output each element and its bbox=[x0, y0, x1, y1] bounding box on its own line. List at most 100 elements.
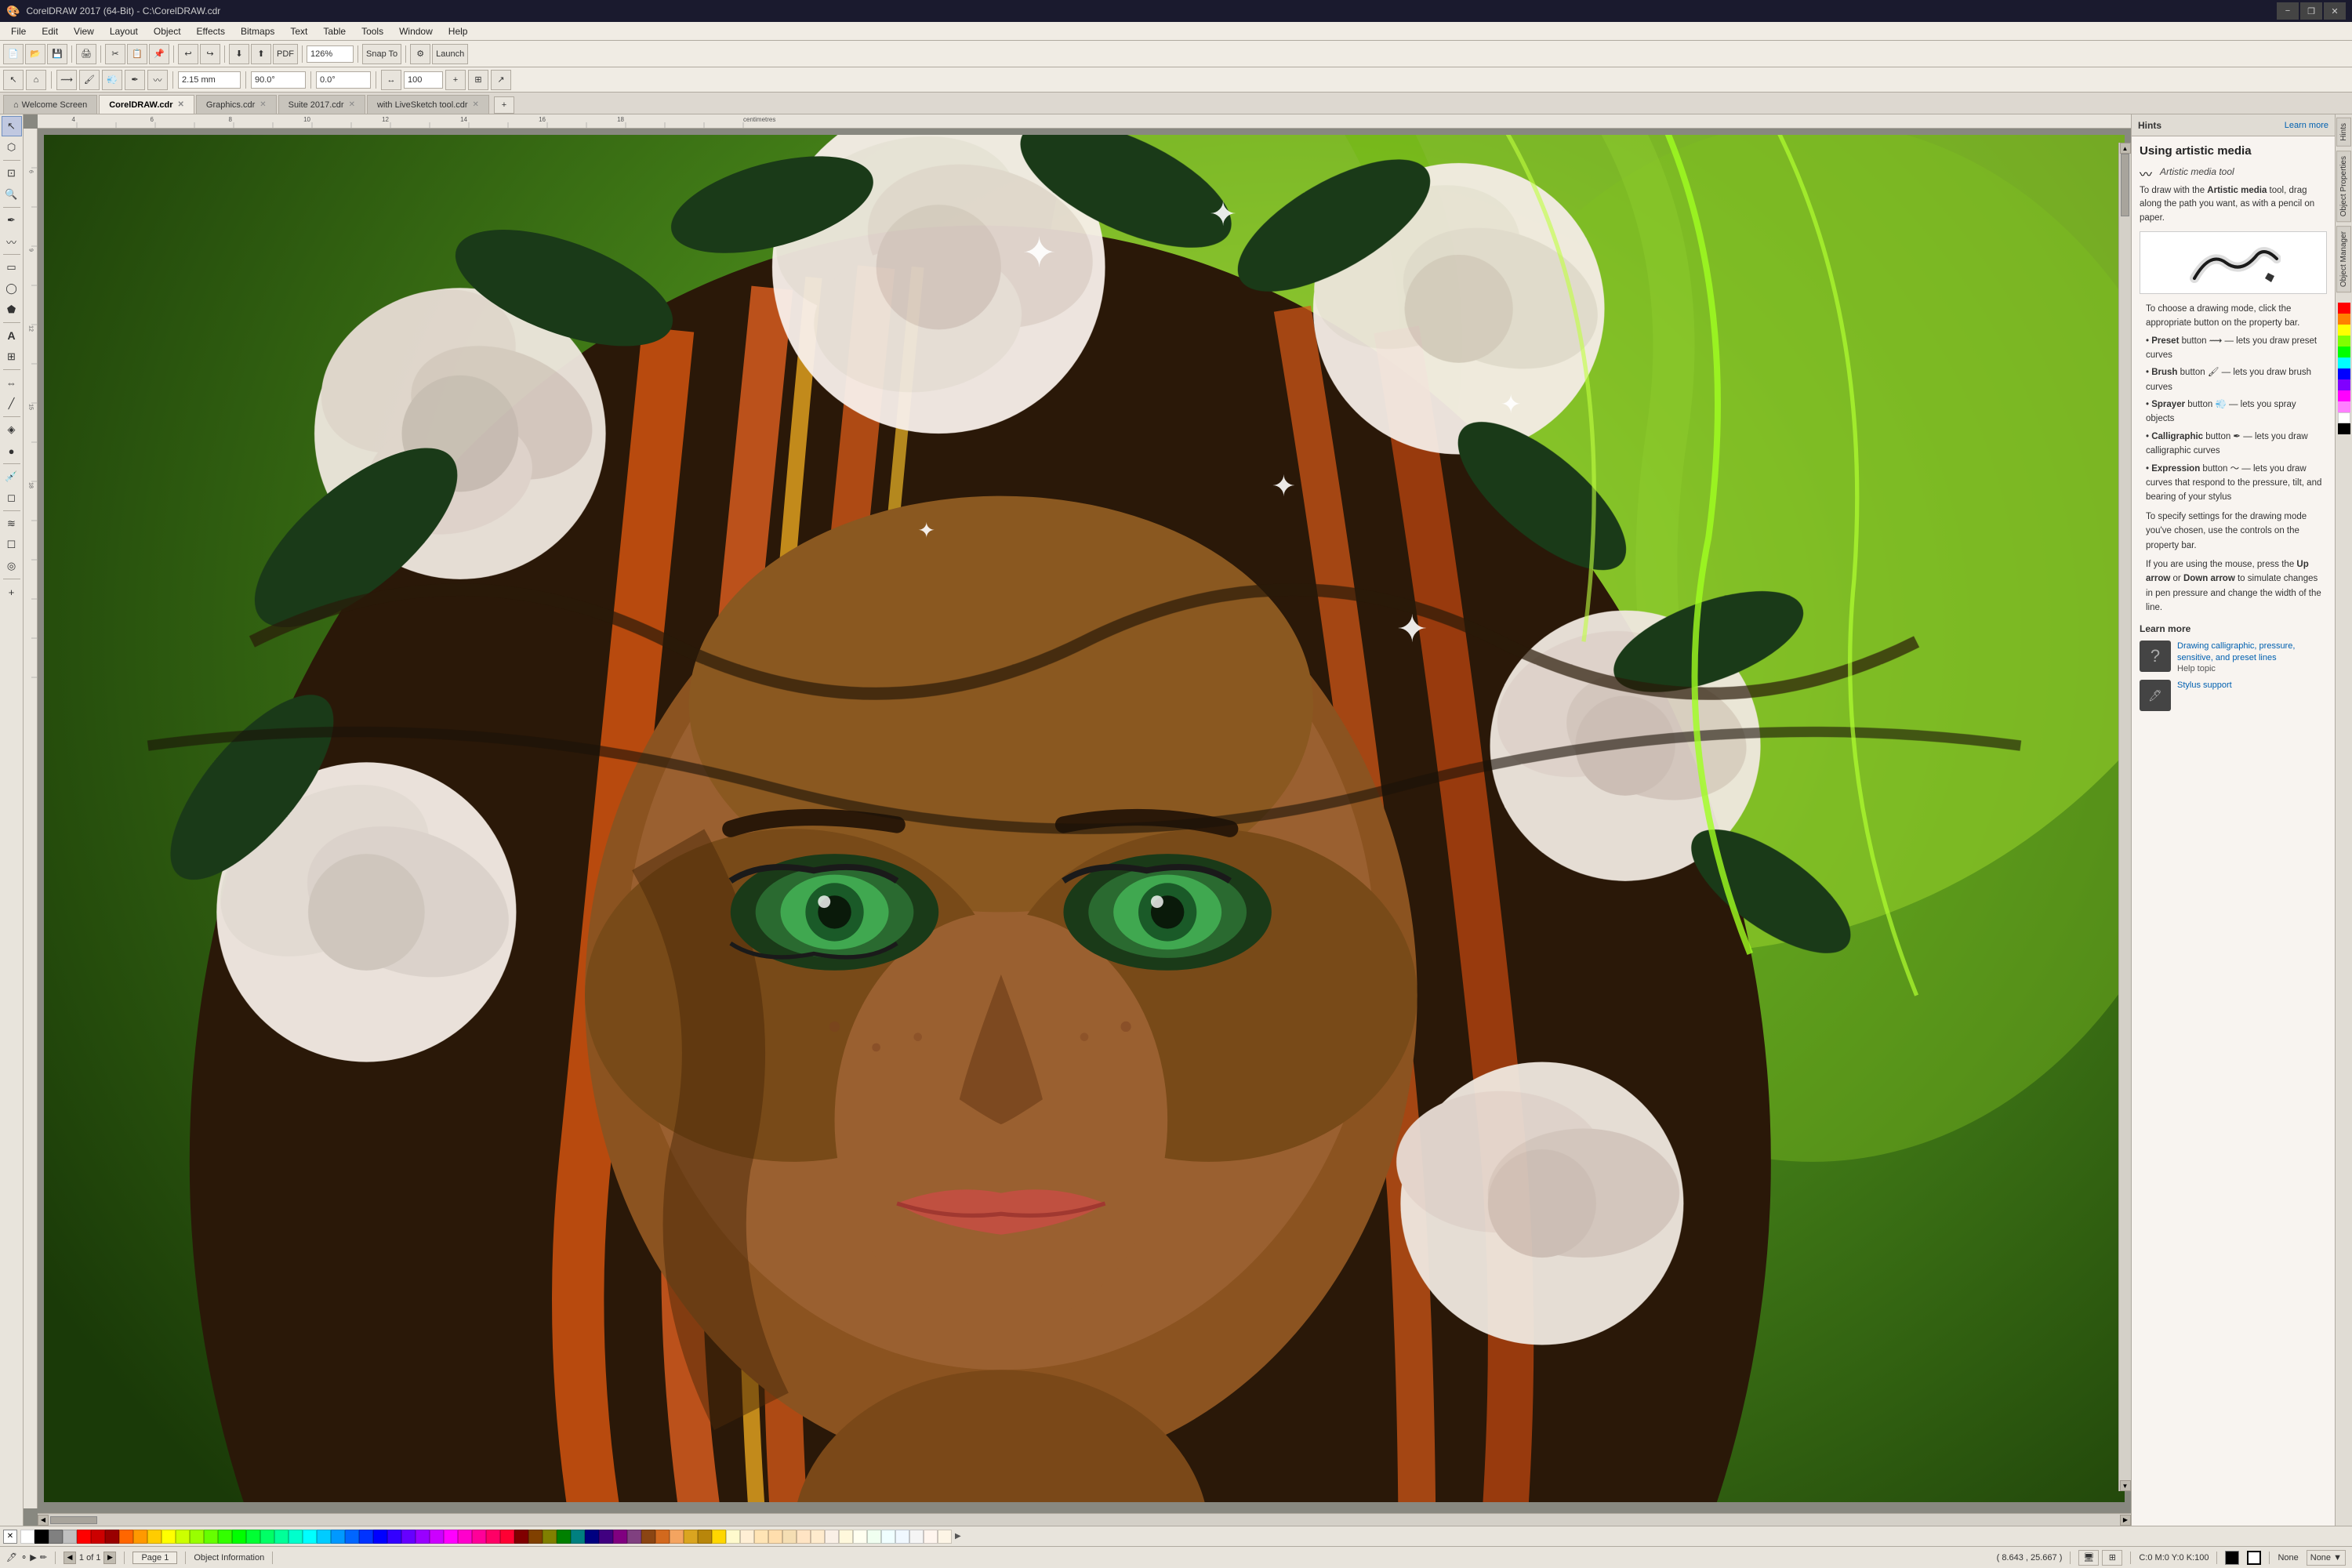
palette-color-51[interactable] bbox=[740, 1530, 754, 1544]
eyedropper-button[interactable]: 💉 bbox=[2, 466, 22, 487]
palette-color-21[interactable] bbox=[317, 1530, 331, 1544]
vscroll-thumb[interactable] bbox=[2121, 154, 2129, 216]
palette-color-35[interactable] bbox=[514, 1530, 528, 1544]
add-plus-button[interactable]: + bbox=[2, 582, 22, 602]
palette-color-18[interactable] bbox=[274, 1530, 289, 1544]
no-fill-button[interactable]: ✕ bbox=[3, 1530, 17, 1544]
vscroll-down-button[interactable]: ▼ bbox=[2120, 1480, 2131, 1491]
artistic-media-button[interactable]: 〰 bbox=[2, 231, 22, 252]
menu-item-bitmaps[interactable]: Bitmaps bbox=[233, 24, 282, 38]
save-button[interactable]: 💾 bbox=[47, 44, 67, 64]
text-tool-button[interactable]: A bbox=[2, 325, 22, 346]
palette-color-14[interactable] bbox=[218, 1530, 232, 1544]
snap-to-button[interactable]: Snap To bbox=[362, 44, 401, 64]
palette-color-10[interactable] bbox=[162, 1530, 176, 1544]
menu-item-tools[interactable]: Tools bbox=[354, 24, 391, 38]
expand-button[interactable]: ⊞ bbox=[468, 70, 488, 90]
color-swatch-magenta[interactable] bbox=[2338, 390, 2350, 401]
color-picker-button[interactable]: None ▼ bbox=[2307, 1550, 2346, 1566]
menu-item-object[interactable]: Object bbox=[146, 24, 189, 38]
palette-color-39[interactable] bbox=[571, 1530, 585, 1544]
palette-color-20[interactable] bbox=[303, 1530, 317, 1544]
crop-tool-button[interactable]: ⊡ bbox=[2, 163, 22, 183]
rectangle-tool-button[interactable]: ▭ bbox=[2, 257, 22, 278]
fill-tool-button[interactable]: ◈ bbox=[2, 419, 22, 440]
import-button[interactable]: ⬇ bbox=[229, 44, 249, 64]
tab-graphics[interactable]: Graphics.cdr ✕ bbox=[196, 95, 277, 114]
angle-input[interactable] bbox=[251, 71, 306, 89]
redo-button[interactable]: ↪ bbox=[200, 44, 220, 64]
palette-color-36[interactable] bbox=[528, 1530, 543, 1544]
palette-color-11[interactable] bbox=[176, 1530, 190, 1544]
connector-button[interactable]: ╱ bbox=[2, 394, 22, 414]
palette-color-54[interactable] bbox=[782, 1530, 797, 1544]
node-tool-button[interactable]: ⬡ bbox=[2, 137, 22, 158]
palette-color-0[interactable] bbox=[20, 1530, 34, 1544]
menu-item-view[interactable]: View bbox=[66, 24, 102, 38]
tab-welcome[interactable]: ⌂ Welcome Screen bbox=[3, 95, 97, 114]
palette-color-8[interactable] bbox=[133, 1530, 147, 1544]
palette-color-12[interactable] bbox=[190, 1530, 204, 1544]
scale-input[interactable] bbox=[404, 71, 443, 89]
color-swatch-red[interactable] bbox=[2338, 303, 2350, 314]
object-properties-tab[interactable]: Object Properties bbox=[2336, 151, 2351, 222]
palette-color-29[interactable] bbox=[430, 1530, 444, 1544]
palette-color-60[interactable] bbox=[867, 1530, 881, 1544]
palette-color-50[interactable] bbox=[726, 1530, 740, 1544]
minimize-button[interactable]: − bbox=[2277, 2, 2299, 20]
screen-mode-button[interactable]: 🖥 bbox=[2078, 1550, 2099, 1566]
zoom-input[interactable] bbox=[307, 45, 354, 63]
palette-color-7[interactable] bbox=[119, 1530, 133, 1544]
brush-button[interactable]: 🖌 bbox=[79, 70, 100, 90]
hints-learn-more-link[interactable]: Learn more bbox=[2285, 121, 2328, 130]
ellipse-tool-button[interactable]: ◯ bbox=[2, 278, 22, 299]
calligraphic-button[interactable]: ✒ bbox=[125, 70, 145, 90]
color-swatch-white[interactable] bbox=[2338, 412, 2350, 423]
tab-livesketch[interactable]: with LiveSketch tool.cdr ✕ bbox=[367, 95, 489, 114]
export-button[interactable]: ⬆ bbox=[251, 44, 271, 64]
color-swatch-blue[interactable] bbox=[2338, 368, 2350, 379]
palette-color-17[interactable] bbox=[260, 1530, 274, 1544]
cut-button[interactable]: ✂ bbox=[105, 44, 125, 64]
palette-color-57[interactable] bbox=[825, 1530, 839, 1544]
palette-color-27[interactable] bbox=[401, 1530, 416, 1544]
sprayer-button[interactable]: 💨 bbox=[102, 70, 122, 90]
canvas-horizontal-scrollbar[interactable]: ◀ ▶ bbox=[38, 1513, 2131, 1526]
tab-coreldraw[interactable]: CorelDRAW.cdr ✕ bbox=[99, 95, 194, 114]
tab-suite[interactable]: Suite 2017.cdr ✕ bbox=[278, 95, 365, 114]
hscroll-left-button[interactable]: ◀ bbox=[38, 1515, 49, 1526]
palette-color-53[interactable] bbox=[768, 1530, 782, 1544]
stroke-color-swatch[interactable] bbox=[2247, 1551, 2261, 1565]
palette-color-3[interactable] bbox=[63, 1530, 77, 1544]
color-swatch-orange[interactable] bbox=[2338, 314, 2350, 325]
menu-item-text[interactable]: Text bbox=[282, 24, 315, 38]
table-tool-button[interactable]: ⊞ bbox=[2, 347, 22, 367]
palette-color-33[interactable] bbox=[486, 1530, 500, 1544]
polygon-tool-button[interactable]: ⬟ bbox=[2, 299, 22, 320]
mirror-h-button[interactable]: ↔ bbox=[381, 70, 401, 90]
color-swatch-black[interactable] bbox=[2338, 423, 2350, 434]
restore-button[interactable]: ❐ bbox=[2300, 2, 2322, 20]
color-swatch-lime[interactable] bbox=[2338, 336, 2350, 347]
grid-button[interactable]: ⊞ bbox=[2102, 1550, 2122, 1566]
hints-panel-tab[interactable]: Hints bbox=[2336, 118, 2351, 147]
palette-color-65[interactable] bbox=[938, 1530, 952, 1544]
copy-button[interactable]: 📋 bbox=[127, 44, 147, 64]
tab-suite-close[interactable]: ✕ bbox=[349, 100, 355, 109]
parallel-dim-button[interactable]: ⇔ bbox=[2, 372, 22, 393]
menu-item-help[interactable]: Help bbox=[441, 24, 476, 38]
palette-color-9[interactable] bbox=[147, 1530, 162, 1544]
palette-color-13[interactable] bbox=[204, 1530, 218, 1544]
preset-button[interactable]: ⟿ bbox=[56, 70, 77, 90]
palette-color-34[interactable] bbox=[500, 1530, 514, 1544]
palette-color-4[interactable] bbox=[77, 1530, 91, 1544]
new-button[interactable]: 📄 bbox=[3, 44, 24, 64]
canvas-vertical-scrollbar[interactable]: ▲ ▼ bbox=[2118, 143, 2131, 1491]
palette-color-16[interactable] bbox=[246, 1530, 260, 1544]
tab-coreldraw-close[interactable]: ✕ bbox=[178, 100, 184, 109]
page-next-button[interactable]: ▶ bbox=[103, 1552, 116, 1564]
palette-color-23[interactable] bbox=[345, 1530, 359, 1544]
fill-color-swatch[interactable] bbox=[2225, 1551, 2239, 1565]
tab-graphics-close[interactable]: ✕ bbox=[260, 100, 266, 109]
palette-color-22[interactable] bbox=[331, 1530, 345, 1544]
